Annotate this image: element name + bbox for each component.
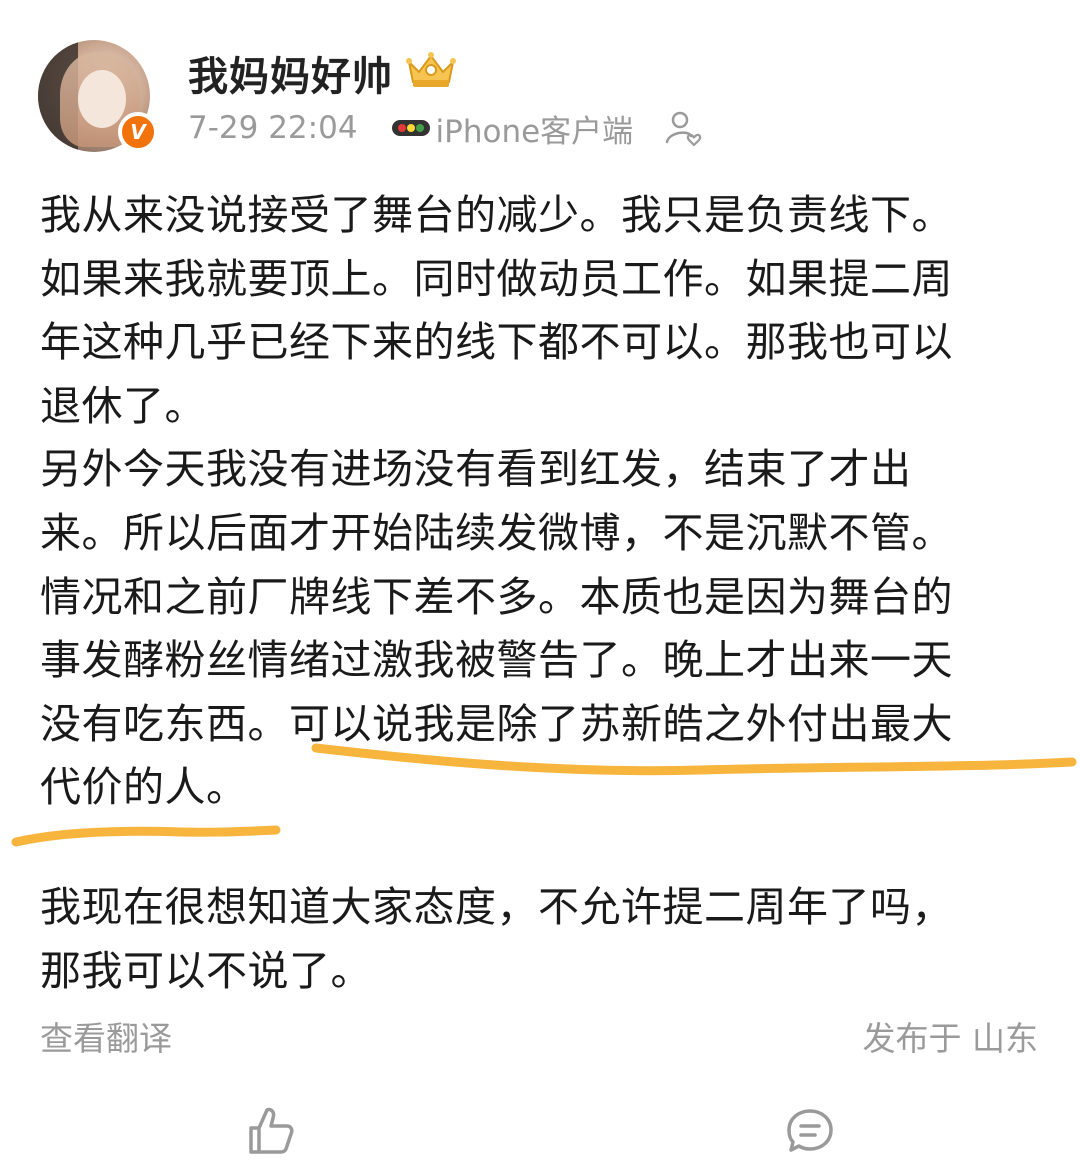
post-meta: 7-29 22:04 iPhone客户端: [188, 108, 703, 150]
verified-badge-icon: V: [118, 112, 158, 152]
post-location: 发布于 山东: [862, 1019, 1039, 1058]
three-dots-client-icon: [391, 120, 430, 136]
post-body: 我从来没说接受了舞台的减少。我只是负责线下。 如果来我就要顶上。同时做动员工作。…: [40, 184, 1040, 820]
post-paragraph-2: 另外今天我没有进场没有看到红发，结束了才出 来。所以后面才开始陆续发微博，不是沉…: [40, 445, 953, 812]
post-paragraph-3: 我现在很想知道大家态度，不允许提二周年了吗， 那我可以不说了。: [40, 883, 953, 995]
person-heart-icon[interactable]: [663, 108, 703, 148]
post-time: 7-29 22:04: [188, 110, 358, 146]
crown-badge-icon[interactable]: [405, 50, 457, 90]
username[interactable]: 我妈妈好帅: [188, 44, 393, 102]
avatar-face: [78, 70, 126, 128]
comment-bubble-icon[interactable]: [785, 1106, 835, 1156]
post-paragraph-1: 我从来没说接受了舞台的减少。我只是负责线下。 如果来我就要顶上。同时做动员工作。…: [40, 191, 953, 430]
post-client: iPhone客户端: [435, 113, 634, 150]
translate-link[interactable]: 查看翻译: [40, 1012, 172, 1060]
thumbs-up-icon[interactable]: [245, 1104, 295, 1158]
